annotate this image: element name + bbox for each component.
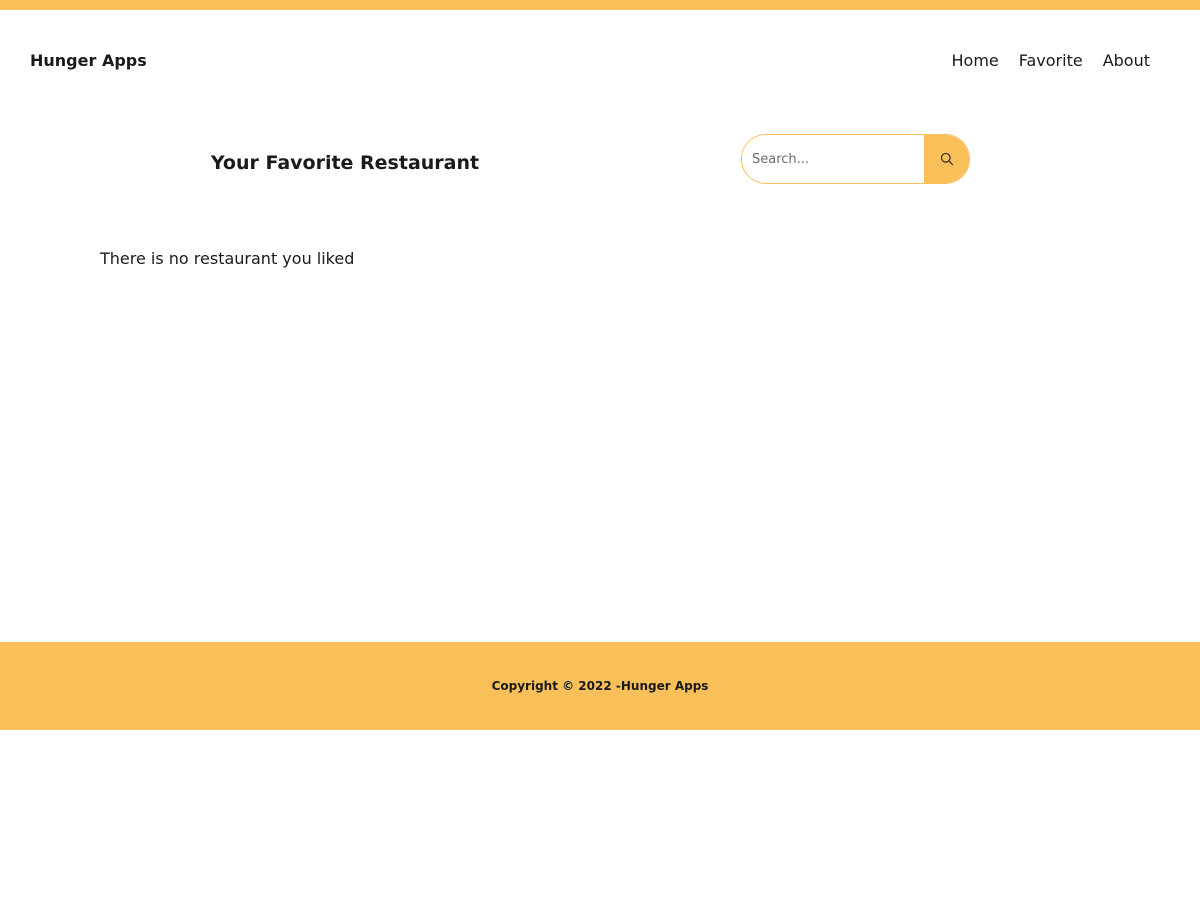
- main-nav: Home Favorite About: [932, 51, 1151, 70]
- nav-item-favorite[interactable]: Favorite: [1019, 51, 1083, 70]
- site-footer: Copyright © 2022 -Hunger Apps: [0, 642, 1200, 730]
- nav-item-about[interactable]: About: [1103, 51, 1150, 70]
- copyright-prefix: Copyright © 2022 -: [491, 679, 621, 693]
- page-title: Your Favorite Restaurant: [210, 152, 480, 174]
- nav-item-home[interactable]: Home: [952, 51, 999, 70]
- brand-logo-text[interactable]: Hunger Apps: [30, 51, 147, 70]
- search-button[interactable]: [924, 135, 969, 183]
- empty-favorites-message: There is no restaurant you liked: [100, 249, 355, 268]
- search-bar: [741, 134, 970, 184]
- search-input[interactable]: [742, 135, 924, 183]
- copyright-text: Copyright © 2022 -Hunger Apps: [492, 679, 709, 693]
- site-header: Hunger Apps Home Favorite About: [0, 10, 1200, 114]
- copyright-brand: Hunger Apps: [620, 679, 709, 693]
- top-accent-bar: [0, 0, 1200, 10]
- search-icon: [940, 152, 954, 166]
